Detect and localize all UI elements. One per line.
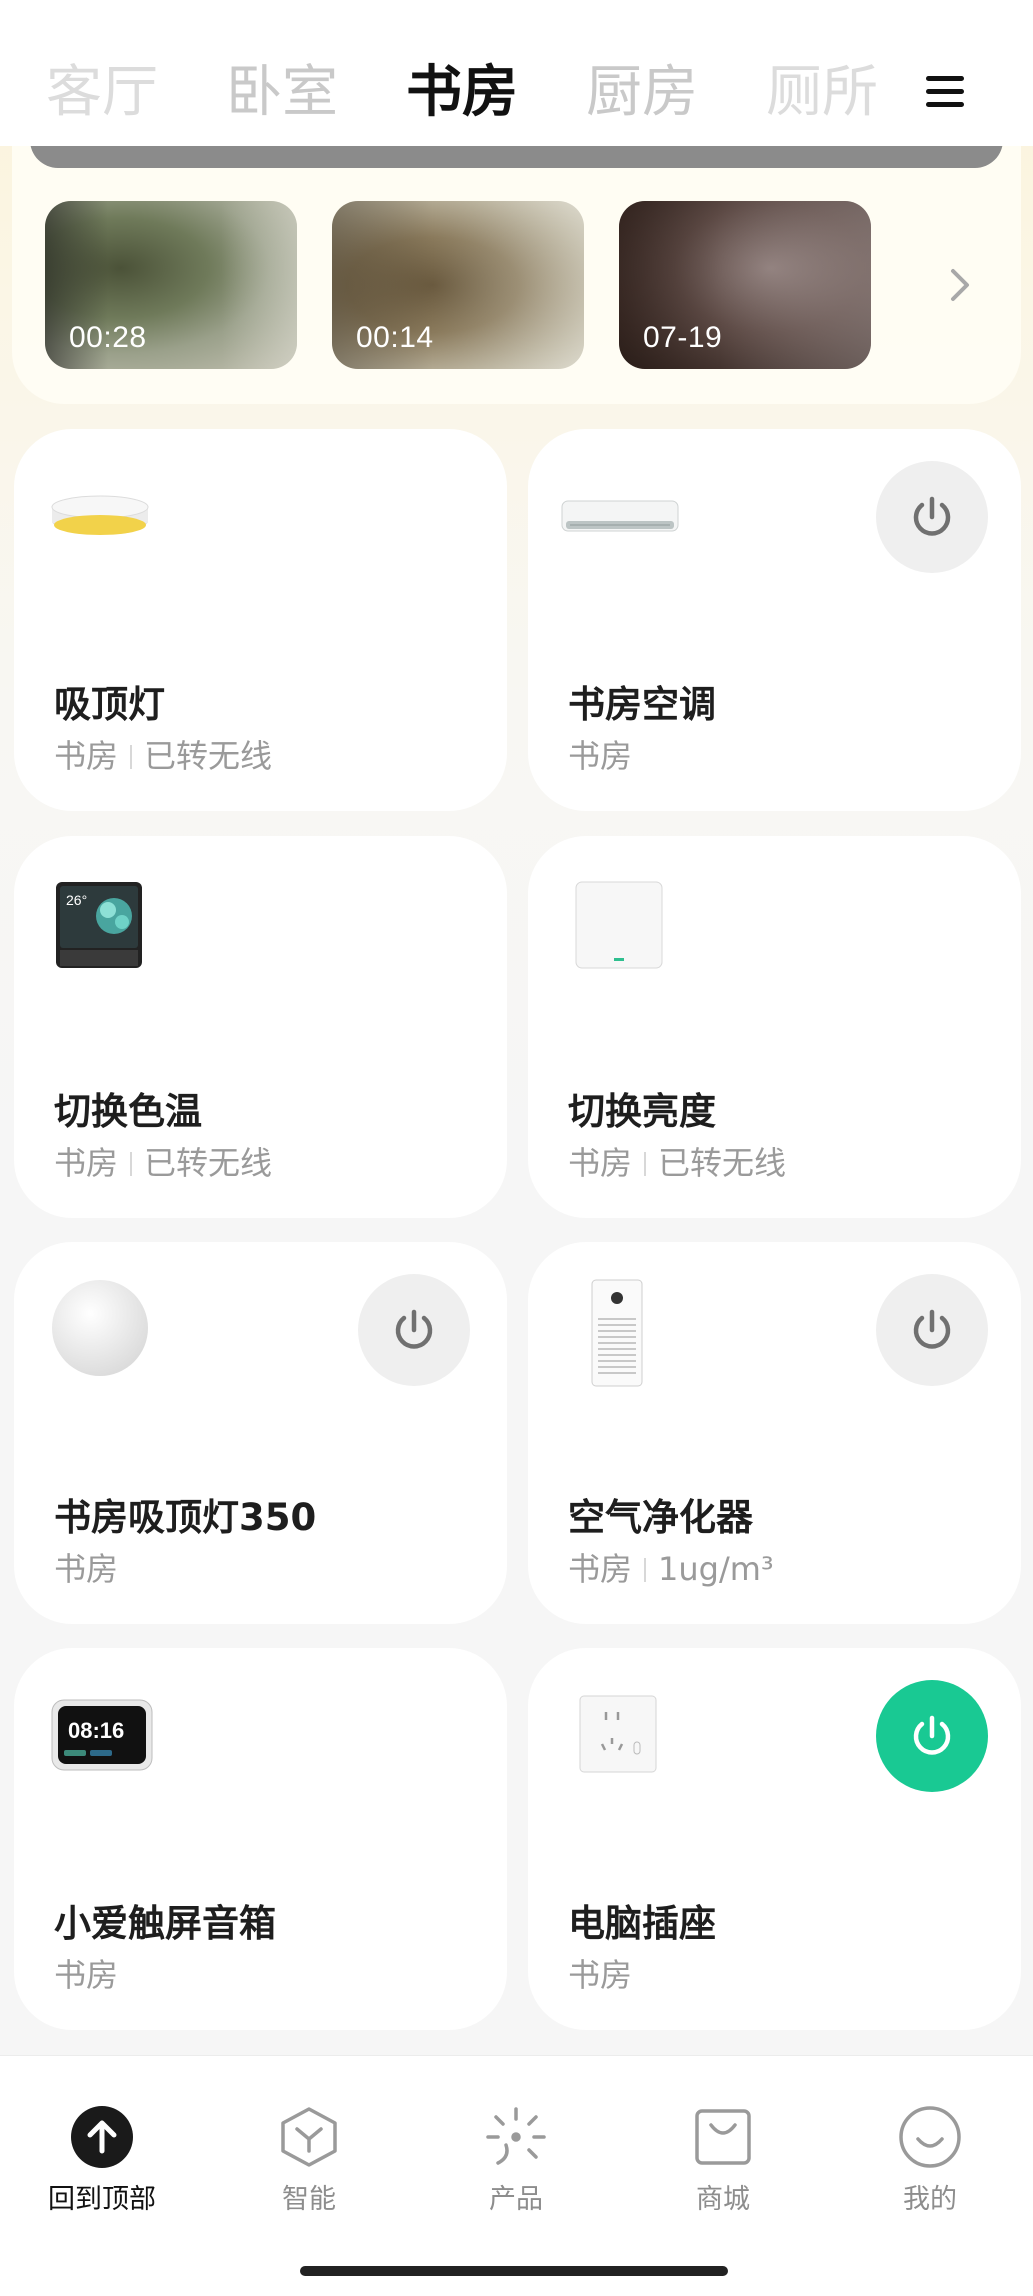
nav-label: 我的 xyxy=(903,2184,957,2215)
chevron-right-icon[interactable] xyxy=(945,265,975,305)
device-name: 切换亮度 xyxy=(568,1090,716,1133)
device-card-touchscreen-speaker[interactable]: 08:16 小爱触屏音箱 书房 xyxy=(14,1648,507,2030)
tab-bedroom[interactable]: 卧室 xyxy=(226,58,338,128)
nav-back-to-top[interactable]: 回到顶部 xyxy=(22,2105,182,2216)
device-card-pc-socket[interactable]: 电脑插座 书房 xyxy=(528,1648,1021,2030)
device-name: 小爱触屏音箱 xyxy=(54,1902,276,1945)
device-room-status: 书房 xyxy=(568,1956,633,1994)
device-name: 空气净化器 xyxy=(568,1496,753,1539)
power-button[interactable] xyxy=(358,1274,470,1386)
air-purifier-icon xyxy=(590,1278,644,1388)
power-button[interactable] xyxy=(876,1274,988,1386)
profile-smile-icon xyxy=(898,2105,962,2169)
smart-panel-icon: 26° xyxy=(54,880,144,970)
camera-clip[interactable]: 00:14 xyxy=(332,201,584,369)
clip-timestamp: 07-19 xyxy=(643,321,723,354)
speaker-clock: 08:16 xyxy=(68,1718,125,1743)
device-room-status: 书房 1ug/m³ xyxy=(568,1550,774,1588)
device-card-brightness[interactable]: 切换亮度 书房 已转无线 xyxy=(528,836,1021,1218)
panel-temperature: 26° xyxy=(66,892,88,908)
round-ceiling-light-icon xyxy=(50,1278,150,1378)
camera-clip[interactable]: 00:28 xyxy=(45,201,297,369)
tab-kitchen[interactable]: 厨房 xyxy=(586,58,698,128)
power-icon xyxy=(913,496,951,536)
device-name: 书房空调 xyxy=(568,683,716,726)
device-card-ceiling-light[interactable]: 吸顶灯 书房 已转无线 xyxy=(14,429,507,811)
air-conditioner-icon xyxy=(560,499,680,539)
device-name: 吸顶灯 xyxy=(54,683,165,726)
device-card-air-purifier[interactable]: 空气净化器 书房 1ug/m³ xyxy=(528,1242,1021,1624)
wall-switch-icon xyxy=(574,880,664,970)
device-room-status: 书房 已转无线 xyxy=(54,737,273,775)
device-room-status: 书房 xyxy=(54,1550,119,1588)
back-to-top-icon xyxy=(70,2105,134,2169)
shopping-bag-icon xyxy=(691,2105,755,2169)
room-tab-bar: 客厅 卧室 书房 厨房 厕所 xyxy=(0,0,1033,146)
touchscreen-speaker-icon: 08:16 xyxy=(50,1698,154,1774)
nav-label: 产品 xyxy=(489,2184,543,2215)
product-sparkle-icon xyxy=(484,2105,548,2169)
device-card-color-temp[interactable]: 26° 切换色温 书房 已转无线 xyxy=(14,836,507,1218)
power-icon xyxy=(913,1309,951,1349)
power-icon xyxy=(913,1715,951,1755)
nav-products[interactable]: 产品 xyxy=(436,2105,596,2216)
clip-timestamp: 00:28 xyxy=(69,321,147,354)
camera-clip[interactable]: 07-19 xyxy=(619,201,871,369)
device-room-status: 书房 xyxy=(568,737,633,775)
ceiling-light-icon xyxy=(50,489,150,549)
power-icon xyxy=(395,1309,433,1349)
menu-icon[interactable] xyxy=(922,70,970,114)
tab-toilet[interactable]: 厕所 xyxy=(766,58,878,128)
device-room-status: 书房 已转无线 xyxy=(568,1144,787,1182)
power-button[interactable] xyxy=(876,1680,988,1792)
tab-study[interactable]: 书房 xyxy=(406,58,518,128)
power-button[interactable] xyxy=(876,461,988,573)
device-room-status: 书房 已转无线 xyxy=(54,1144,273,1182)
device-room-status: 书房 xyxy=(54,1956,119,1994)
home-indicator[interactable] xyxy=(300,2266,728,2276)
nav-label: 智能 xyxy=(282,2184,336,2215)
device-card-study-ac[interactable]: 书房空调 书房 xyxy=(528,429,1021,811)
nav-label: 回到顶部 xyxy=(48,2184,156,2215)
nav-store[interactable]: 商城 xyxy=(643,2105,803,2216)
device-name: 电脑插座 xyxy=(568,1902,716,1945)
nav-label: 商城 xyxy=(696,2184,750,2215)
smart-cube-icon xyxy=(277,2105,341,2169)
device-card-study-ceiling-350[interactable]: 书房吸顶灯350 书房 xyxy=(14,1242,507,1624)
clip-timestamp: 00:14 xyxy=(356,321,434,354)
device-name: 书房吸顶灯350 xyxy=(54,1496,317,1539)
power-socket-icon xyxy=(578,1694,658,1774)
device-name: 切换色温 xyxy=(54,1090,202,1133)
nav-profile[interactable]: 我的 xyxy=(850,2105,1010,2216)
tab-living-room[interactable]: 客厅 xyxy=(46,58,158,128)
nav-smart[interactable]: 智能 xyxy=(229,2105,389,2216)
